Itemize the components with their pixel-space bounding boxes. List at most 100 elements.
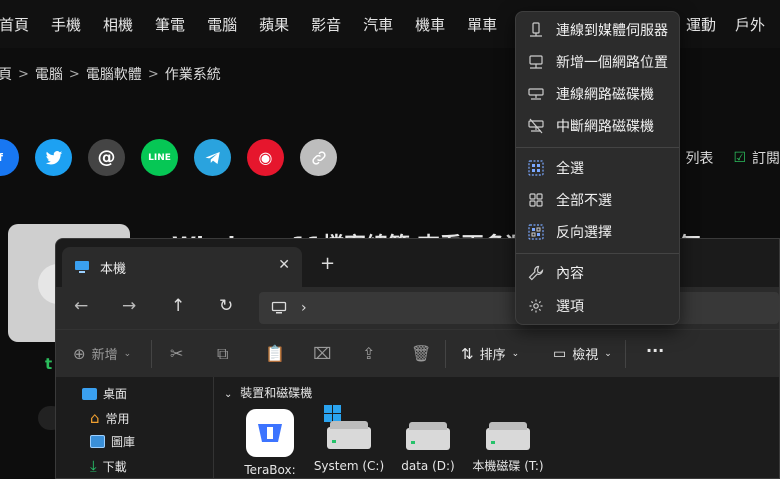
menu-item-connect-media-server[interactable]: 連線到媒體伺服器 bbox=[516, 15, 679, 45]
menu-item-label: 全部不選 bbox=[556, 193, 612, 209]
author-name[interactable]: t bbox=[45, 355, 52, 373]
breadcrumb-home[interactable]: 首頁 bbox=[0, 64, 12, 84]
nav-item-pc[interactable]: 電腦 bbox=[196, 14, 248, 35]
sort-label: 排序 bbox=[479, 348, 506, 363]
weibo-share-button[interactable]: ◉ bbox=[247, 139, 284, 176]
nav-item-outdoor[interactable]: 戶外 bbox=[735, 0, 765, 48]
nav-item-sports[interactable]: 運動 bbox=[686, 0, 716, 48]
chevron-down-icon: ⌄ bbox=[511, 348, 520, 359]
breadcrumb-pc[interactable]: 電腦 bbox=[35, 64, 63, 84]
paste-icon[interactable]: 📋 bbox=[265, 344, 285, 363]
tab-title: 本機 bbox=[100, 261, 127, 277]
plus-circle-icon: ⊕ bbox=[73, 344, 86, 363]
new-label: 新增 bbox=[91, 348, 118, 363]
threads-share-button[interactable]: @ bbox=[88, 139, 125, 176]
group-title: 裝置和磁碟機 bbox=[240, 386, 313, 400]
nav-item-apple[interactable]: 蘋果 bbox=[248, 14, 300, 35]
hard-disk-icon bbox=[388, 405, 468, 453]
twitter-icon bbox=[45, 150, 62, 164]
line-share-button[interactable]: LINE bbox=[141, 139, 178, 176]
divider bbox=[445, 340, 446, 368]
map-drive-icon bbox=[527, 85, 545, 103]
nav-item-phone[interactable]: 手機 bbox=[40, 14, 92, 35]
refresh-icon[interactable]: ↻ bbox=[219, 296, 233, 316]
delete-icon[interactable]: 🗑 bbox=[411, 344, 431, 363]
chevron-down-icon: ⌄ bbox=[123, 348, 132, 359]
nav-item-av[interactable]: 影音 bbox=[300, 14, 352, 35]
explorer-body: 桌面 ⌂ 常用 圖庫 ⤓ 下載 ⌄ 裝置和磁碟機 TeraBox: Tera盒 bbox=[56, 377, 779, 478]
share-icon[interactable]: ⇪ bbox=[362, 344, 375, 363]
facebook-share-button[interactable]: f bbox=[0, 139, 19, 176]
menu-item-label: 中斷網路磁碟機 bbox=[556, 119, 654, 135]
drive-data-d[interactable]: data (D:) bbox=[388, 405, 468, 474]
drive-local-t[interactable]: 本機磁碟 (T:) bbox=[468, 405, 548, 474]
sidebar-item-home[interactable]: ⌂ 常用 bbox=[90, 409, 130, 427]
drive-label: 本機磁碟 (T:) bbox=[472, 459, 544, 473]
nav-item-camera[interactable]: 相機 bbox=[92, 14, 144, 35]
chevron-right-icon[interactable]: › bbox=[301, 300, 307, 316]
breadcrumb-separator: > bbox=[147, 66, 159, 82]
new-button[interactable]: ⊕ 新增 ⌄ bbox=[73, 344, 132, 364]
sort-button[interactable]: ⇅ 排序 ⌄ bbox=[461, 344, 520, 364]
close-tab-icon[interactable]: ✕ bbox=[278, 257, 290, 273]
nav-item-home[interactable]: 首頁 bbox=[0, 14, 40, 35]
menu-item-properties[interactable]: 內容 bbox=[516, 258, 679, 288]
drive-terabox[interactable]: TeraBox: Tera盒 bbox=[230, 405, 310, 478]
subscribe-icon: ☑ bbox=[733, 150, 746, 166]
nav-item-laptop[interactable]: 筆電 bbox=[144, 14, 196, 35]
view-label: 檢視 bbox=[572, 348, 599, 363]
menu-item-label: 連線到媒體伺服器 bbox=[556, 23, 668, 39]
nav-item-car[interactable]: 汽車 bbox=[352, 14, 404, 35]
breadcrumb-separator: > bbox=[68, 66, 80, 82]
rename-icon[interactable]: ⌧ bbox=[313, 344, 331, 363]
more-options-menu: 連線到媒體伺服器 新增一個網路位置 連線網路磁碟機 中斷網路磁碟機 全選 全部不… bbox=[515, 11, 680, 325]
breadcrumb-separator: > bbox=[18, 66, 29, 82]
cut-icon[interactable]: ✂ bbox=[170, 344, 183, 363]
view-button[interactable]: ▭ 檢視 ⌄ bbox=[553, 344, 612, 364]
sidebar-item-downloads[interactable]: ⤓ 下載 bbox=[90, 457, 127, 475]
gallery-icon bbox=[90, 435, 105, 448]
up-icon[interactable]: ↑ bbox=[171, 296, 185, 316]
tab-this-pc[interactable]: 本機 ✕ bbox=[62, 247, 302, 287]
list-label: 列表 bbox=[685, 151, 714, 167]
new-tab-button[interactable]: + bbox=[320, 253, 335, 274]
breadcrumb-pc-software[interactable]: 電腦軟體 bbox=[86, 64, 142, 84]
download-icon: ⤓ bbox=[90, 457, 97, 475]
share-buttons: f @ LINE ◉ bbox=[0, 139, 337, 176]
nav-item-moto[interactable]: 機車 bbox=[404, 14, 456, 35]
sidebar-item-desktop[interactable]: 桌面 bbox=[82, 385, 127, 402]
sidebar-item-label: 下載 bbox=[102, 459, 127, 474]
drive-system-c[interactable]: System (C:) bbox=[309, 405, 389, 474]
navigation-pane: 桌面 ⌂ 常用 圖庫 ⤓ 下載 bbox=[56, 377, 214, 478]
drive-label: data (D:) bbox=[401, 459, 455, 473]
drive-label: System (C:) bbox=[313, 459, 385, 473]
menu-item-map-network-drive[interactable]: 連線網路磁碟機 bbox=[516, 79, 679, 109]
chevron-down-icon: ⌄ bbox=[224, 389, 233, 400]
menu-item-select-none[interactable]: 全部不選 bbox=[516, 185, 679, 215]
menu-item-select-all[interactable]: 全選 bbox=[516, 153, 679, 183]
copy-link-button[interactable] bbox=[300, 139, 337, 176]
list-action[interactable]: 列表 bbox=[685, 148, 713, 168]
subscribe-action[interactable]: ☑ 訂閱 bbox=[733, 148, 780, 168]
devices-group-header[interactable]: ⌄ 裝置和磁碟機 bbox=[224, 384, 312, 401]
link-icon bbox=[311, 150, 326, 165]
breadcrumb-os[interactable]: 作業系統 bbox=[165, 64, 221, 84]
windows-drive-icon bbox=[309, 405, 389, 453]
telegram-icon bbox=[205, 151, 220, 164]
menu-item-label: 全選 bbox=[556, 161, 584, 177]
forward-icon[interactable]: → bbox=[122, 296, 136, 316]
menu-item-invert-selection[interactable]: 反向選擇 bbox=[516, 217, 679, 247]
twitter-share-button[interactable] bbox=[35, 139, 72, 176]
gear-icon bbox=[527, 297, 545, 315]
menu-item-add-network-location[interactable]: 新增一個網路位置 bbox=[516, 47, 679, 77]
menu-item-options[interactable]: 選項 bbox=[516, 291, 679, 321]
network-location-icon bbox=[527, 53, 545, 71]
more-options-icon[interactable]: ··· bbox=[646, 341, 664, 360]
copy-icon[interactable]: ⧉ bbox=[217, 344, 228, 364]
telegram-share-button[interactable] bbox=[194, 139, 231, 176]
monitor-icon bbox=[75, 261, 89, 273]
sidebar-item-gallery[interactable]: 圖庫 bbox=[90, 433, 135, 450]
menu-item-disconnect-network-drive[interactable]: 中斷網路磁碟機 bbox=[516, 111, 679, 141]
nav-item-bike[interactable]: 單車 bbox=[456, 14, 508, 35]
back-icon[interactable]: ← bbox=[74, 296, 88, 316]
